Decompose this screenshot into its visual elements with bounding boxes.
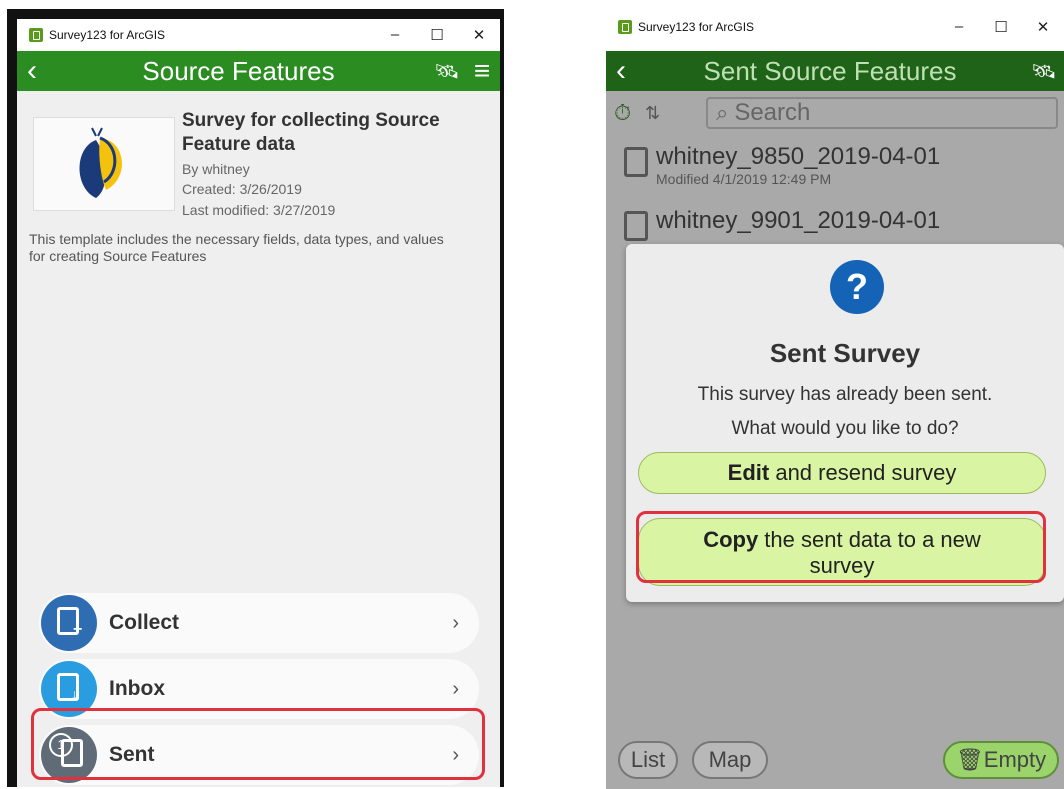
collect-label: Collect [109,611,180,634]
left-window: Survey123 for ArcGIS – ☐ ✕ ‹ Source Feat… [17,19,500,787]
map-tab[interactable]: Map [692,741,768,779]
page-title: Sent Source Features [703,55,957,86]
survey-description: This template includes the necessary fie… [29,231,444,264]
list-item[interactable]: whitney_9850_2019-04-01 Modified 4/1/201… [616,143,1054,187]
survey-created: Created: 3/26/2019 [182,181,302,197]
item-name: whitney_9850_2019-04-01 [656,143,941,170]
back-arrow-icon[interactable]: ‹ [606,53,636,89]
document-icon [624,211,648,241]
document-icon [624,147,648,177]
left-app-header: ‹ Source Features 🛰 ≡ [17,51,500,91]
dialog-title: Sent Survey [769,338,921,368]
right-window-title: Survey123 for ArcGIS [638,20,755,34]
maximize-button[interactable]: ☐ [416,26,458,44]
survey123-app-icon [29,28,43,42]
survey-modified: Last modified: 3/27/2019 [182,202,336,218]
chevron-right-icon: › [452,611,459,634]
satellite-icon[interactable]: 🛰 [1024,59,1064,84]
empty-label: Empty [983,747,1047,772]
left-window-frame: Survey123 for ArcGIS – ☐ ✕ ‹ Source Feat… [7,9,504,787]
minimize-button[interactable]: – [374,26,416,44]
dialog-message: This survey has already been sent. [697,384,993,405]
survey-info-panel: Survey for collecting Source Feature dat… [17,91,500,787]
left-titlebar: Survey123 for ArcGIS – ☐ ✕ [17,19,500,51]
search-icon: ⌕ [716,100,729,125]
maximize-button[interactable]: ☐ [980,18,1022,36]
right-titlebar: Survey123 for ArcGIS – ☐ ✕ [606,11,1064,43]
list-item[interactable]: whitney_9901_2019-04-01 [616,207,1054,241]
edit-resend-button[interactable]: Edit and resend survey [638,452,1046,494]
survey-thumbnail [33,117,175,211]
item-modified: Modified 4/1/2019 12:49 PM [656,171,832,187]
collect-icon: + [41,595,97,651]
dialog-question: What would you like to do? [731,418,959,439]
sort-alpha-icon[interactable]: ⇅ [645,103,660,124]
back-arrow-icon[interactable]: ‹ [17,53,47,89]
collect-button[interactable]: + Collect › [39,593,479,653]
item-name: whitney_9901_2019-04-01 [656,207,941,234]
right-app-header: ‹ Sent Source Features 🛰 [606,51,1064,91]
survey-author: By whitney [182,161,250,177]
search-placeholder: Search [734,99,811,126]
survey123-app-icon [618,20,632,34]
right-window: Survey123 for ArcGIS – ☐ ✕ ‹ Sent Source… [606,11,1064,789]
inbox-label: Inbox [109,677,165,700]
sent-highlight [31,708,485,780]
copy-highlight [636,511,1046,583]
survey-title: Survey for collecting Source Feature dat… [182,110,440,155]
question-icon: ? [830,260,884,314]
close-button[interactable]: ✕ [1022,18,1064,36]
empty-button[interactable]: 🗑Empty [943,741,1059,779]
page-title: Source Features [142,55,335,86]
search-input[interactable]: ⌕ Search [706,97,1058,129]
menu-icon[interactable]: ≡ [464,56,500,86]
sort-time-icon[interactable]: ⏱ [614,100,631,126]
trash-icon: 🗑 [955,747,984,772]
list-tab[interactable]: List [618,741,678,779]
satellite-icon[interactable]: 🛰 [430,59,464,84]
chevron-right-icon: › [452,677,459,700]
minimize-button[interactable]: – [938,18,980,36]
left-window-title: Survey123 for ArcGIS [49,28,166,42]
butterfly-logo-icon [79,127,122,198]
close-button[interactable]: ✕ [458,26,500,44]
